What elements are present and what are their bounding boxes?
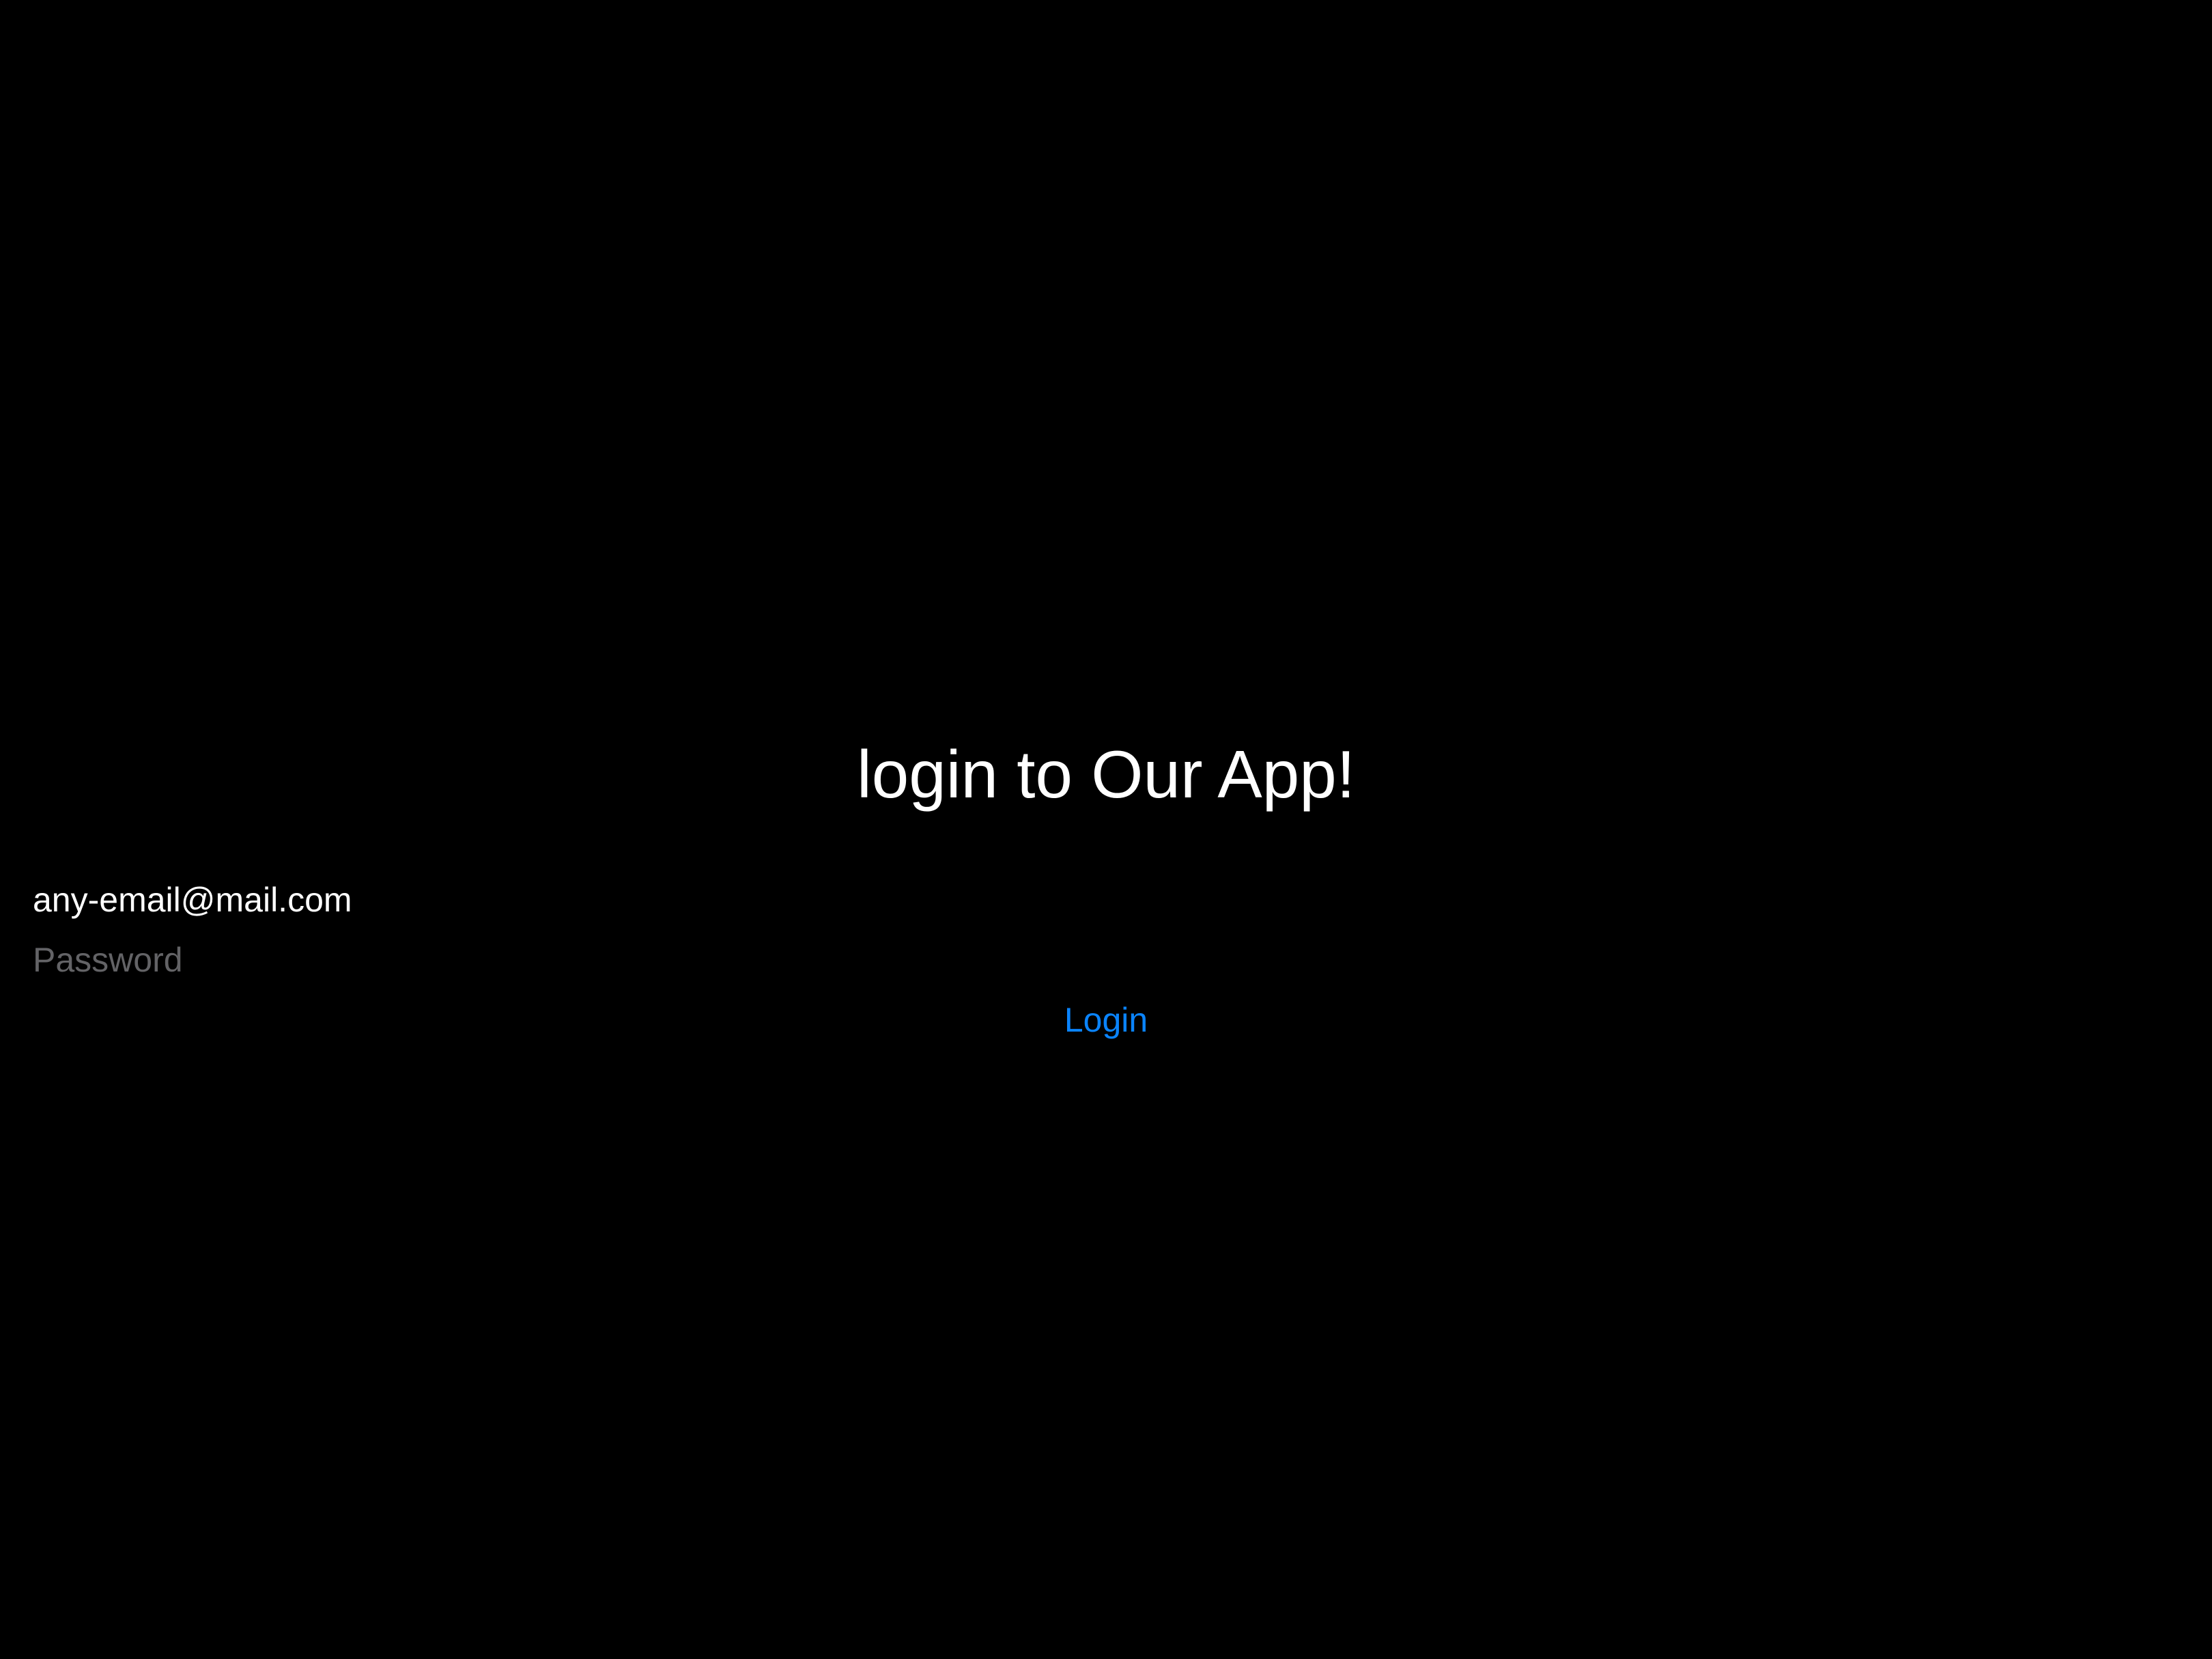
login-button-label: Login (1064, 1001, 1148, 1039)
login-screen: login to Our App! Login (0, 0, 2212, 1659)
email-field[interactable] (33, 870, 2179, 930)
password-field[interactable] (33, 930, 2179, 990)
login-button[interactable]: Login (0, 990, 2212, 1050)
page-title: login to Our App! (856, 737, 1356, 812)
